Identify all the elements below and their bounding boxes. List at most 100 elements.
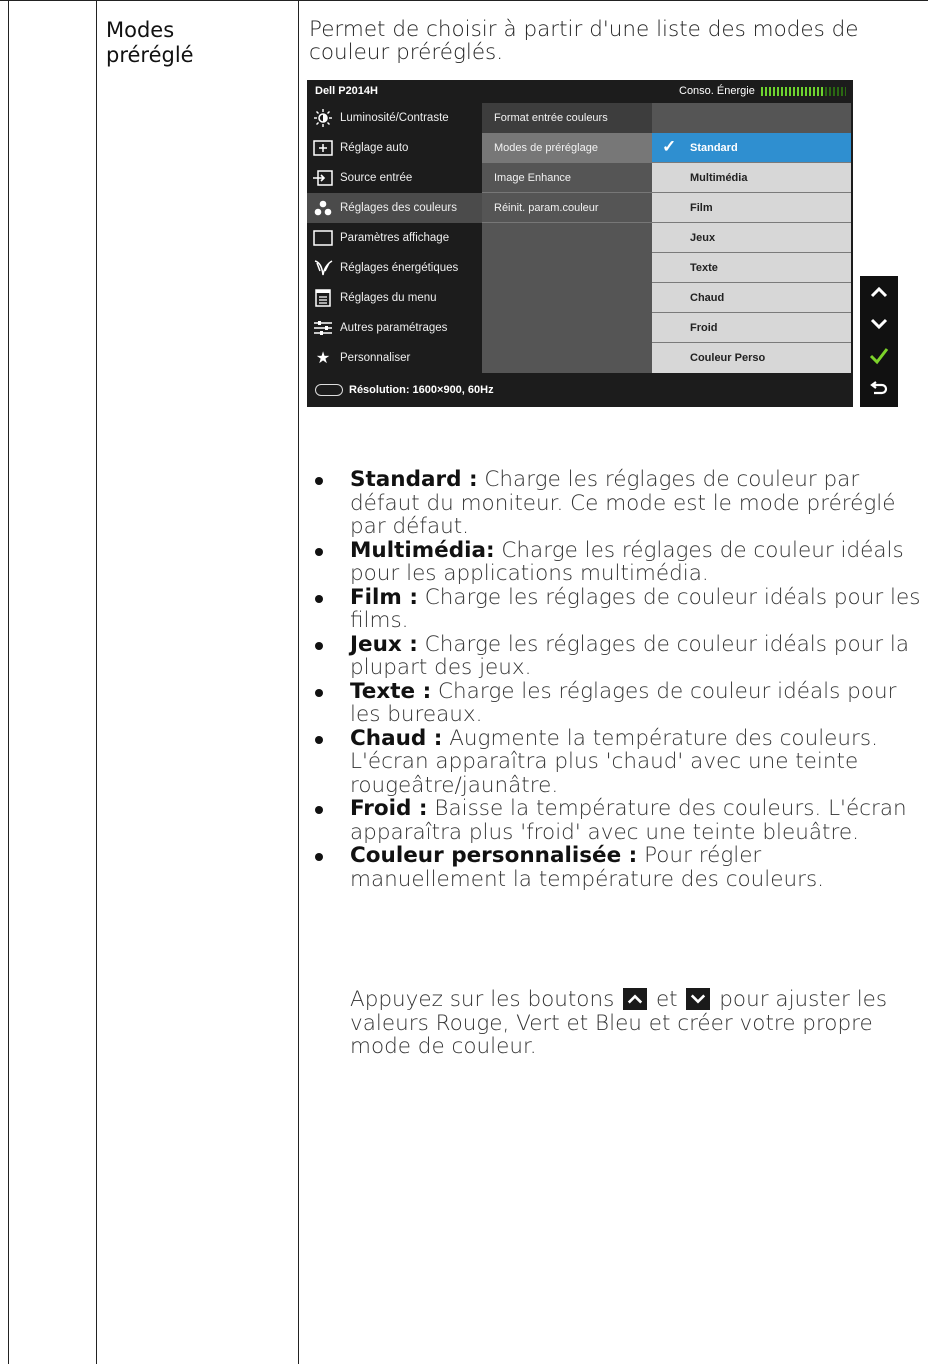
menu-item-label: Autres paramétrages <box>340 322 448 334</box>
mode-desc: Baisse la température des couleurs. L'éc… <box>350 796 907 845</box>
osd-options: ✓ Standard Multimédia Film Jeux Texte Ch… <box>652 103 851 373</box>
color-dots-icon <box>312 199 334 217</box>
connector-icon <box>315 384 343 396</box>
energy-bar <box>760 86 846 96</box>
menu-item-label: Source entrée <box>340 172 413 184</box>
option-item[interactable]: Jeux <box>652 223 851 253</box>
list-item: Film : Charge les réglages de couleur id… <box>309 584 921 633</box>
display-icon <box>312 229 334 247</box>
mode-desc: Charge les réglages de couleur idéals po… <box>350 678 897 727</box>
option-label: Chaud <box>690 291 725 304</box>
note-and: et <box>649 987 685 1012</box>
osd-screenshot: Dell P2014H Conso. Énergie Luminosité/Co… <box>307 80 853 407</box>
menu-item-parametres-affichage[interactable]: Paramètres affichage <box>307 223 482 253</box>
menu-icon <box>312 289 334 307</box>
list-item: Multimédia: Charge les réglages de coule… <box>309 537 921 586</box>
row-label-line2: préréglé <box>106 43 194 67</box>
back-icon[interactable] <box>860 372 898 404</box>
option-item[interactable]: ✓ Standard <box>652 133 851 163</box>
auto-adjust-icon <box>312 139 334 157</box>
mode-term: Texte : <box>350 678 432 704</box>
menu-item-source-entree[interactable]: Source entrée <box>307 163 482 193</box>
mode-term: Froid : <box>350 796 428 821</box>
down-arrow-icon[interactable] <box>860 308 898 340</box>
menu-item-label: Réglages des couleurs <box>340 202 457 214</box>
mode-term: Jeux : <box>350 631 418 657</box>
up-arrow-icon[interactable] <box>860 276 898 308</box>
option-label: Jeux <box>690 231 716 244</box>
table-border-col1 <box>96 0 97 1364</box>
list-item: Chaud : Augmente la température des coul… <box>309 725 921 798</box>
energy-leaf-icon <box>312 259 334 277</box>
option-item[interactable]: Froid <box>652 313 851 343</box>
mode-term: Standard : <box>350 467 478 492</box>
brightness-icon <box>312 109 334 127</box>
menu-item-luminosite[interactable]: Luminosité/Contraste <box>307 103 482 133</box>
input-source-icon <box>312 169 334 187</box>
option-item[interactable]: Film <box>652 193 851 223</box>
osd-footer: Résolution: 1600×900, 60Hz <box>307 373 853 407</box>
mode-term: Film : <box>350 584 418 610</box>
table-border-col2 <box>298 0 299 1364</box>
down-arrow-icon <box>686 988 711 1010</box>
row-label-line1: Modes <box>106 18 175 42</box>
sliders-icon <box>312 319 334 337</box>
mode-desc: Charge les réglages de couleur idéals po… <box>350 584 921 633</box>
osd-header: Dell P2014H Conso. Énergie <box>307 80 853 102</box>
menu-item-label: Réglage auto <box>340 142 409 154</box>
option-label: Film <box>690 201 713 214</box>
menu-item-autres-parametrages[interactable]: Autres paramétrages <box>307 313 482 343</box>
mode-term: Multimédia: <box>350 537 495 563</box>
star-icon: ★ <box>315 350 331 367</box>
menu-item-label: Personnaliser <box>340 352 411 364</box>
option-item[interactable]: Couleur Perso <box>652 343 851 373</box>
osd-main-menu: Luminosité/Contraste Réglage auto Source… <box>307 103 482 373</box>
option-label: Multimédia <box>690 171 748 184</box>
menu-item-personnaliser[interactable]: ★ Personnaliser <box>307 343 482 373</box>
intro-text: Permet de choisir à partir d'une liste d… <box>309 17 859 65</box>
menu-item-label: Réglages énergétiques <box>340 262 459 274</box>
submenu-item[interactable]: Format entrée couleurs <box>482 103 652 133</box>
mode-term: Couleur personnalisée : <box>350 843 638 868</box>
option-label: Froid <box>690 321 718 334</box>
osd-submenu: Format entrée couleurs Modes de prérégla… <box>482 103 652 373</box>
option-label: Couleur Perso <box>690 352 766 364</box>
list-item: Couleur personnalisée : Pour régler manu… <box>309 844 921 891</box>
submenu-item[interactable]: Image Enhance <box>482 163 652 193</box>
menu-item-reglages-menu[interactable]: Réglages du menu <box>307 283 482 313</box>
list-item: Froid : Baisse la température des couleu… <box>309 797 921 844</box>
submenu-item[interactable]: Modes de préréglage <box>482 133 652 163</box>
submenu-item[interactable]: Réinit. param.couleur <box>482 193 652 223</box>
mode-term: Chaud : <box>350 725 443 751</box>
osd-model: Dell P2014H <box>315 85 378 97</box>
table-border-top <box>0 0 928 1</box>
menu-item-reglage-auto[interactable]: Réglage auto <box>307 133 482 163</box>
option-item[interactable]: Multimédia <box>652 163 851 193</box>
note-before: Appuyez sur les boutons <box>350 987 622 1012</box>
monitor-button-bar <box>860 276 898 407</box>
option-item[interactable]: Texte <box>652 253 851 283</box>
option-label: Standard <box>690 141 738 154</box>
row-label: Modes préréglé <box>106 18 194 68</box>
menu-item-reglages-couleurs[interactable]: Réglages des couleurs <box>307 193 482 223</box>
mode-descriptions: Standard : Charge les réglages de couleu… <box>309 468 921 891</box>
energy-meter: Conso. Énergie <box>679 85 846 97</box>
list-item: Jeux : Charge les réglages de couleur id… <box>309 631 921 680</box>
list-item: Texte : Charge les réglages de couleur i… <box>309 678 921 727</box>
energy-label: Conso. Énergie <box>679 85 755 97</box>
option-label: Texte <box>690 261 718 274</box>
checkmark-icon[interactable] <box>860 340 898 372</box>
menu-item-label: Luminosité/Contraste <box>340 112 449 124</box>
checkmark-icon: ✓ <box>662 137 677 156</box>
menu-item-reglages-energetiques[interactable]: Réglages énergétiques <box>307 253 482 283</box>
mode-desc: Charge les réglages de couleur idéals po… <box>350 631 910 680</box>
options-header <box>652 103 851 133</box>
menu-item-label: Réglages du menu <box>340 292 437 304</box>
up-arrow-icon <box>623 988 648 1010</box>
custom-color-note: Appuyez sur les boutons et pour ajuster … <box>350 988 925 1059</box>
table-border-left <box>8 0 9 1364</box>
menu-item-label: Paramètres affichage <box>340 232 450 244</box>
list-item: Standard : Charge les réglages de couleu… <box>309 468 921 539</box>
option-item[interactable]: Chaud <box>652 283 851 313</box>
resolution-text: Résolution: 1600×900, 60Hz <box>349 384 494 396</box>
